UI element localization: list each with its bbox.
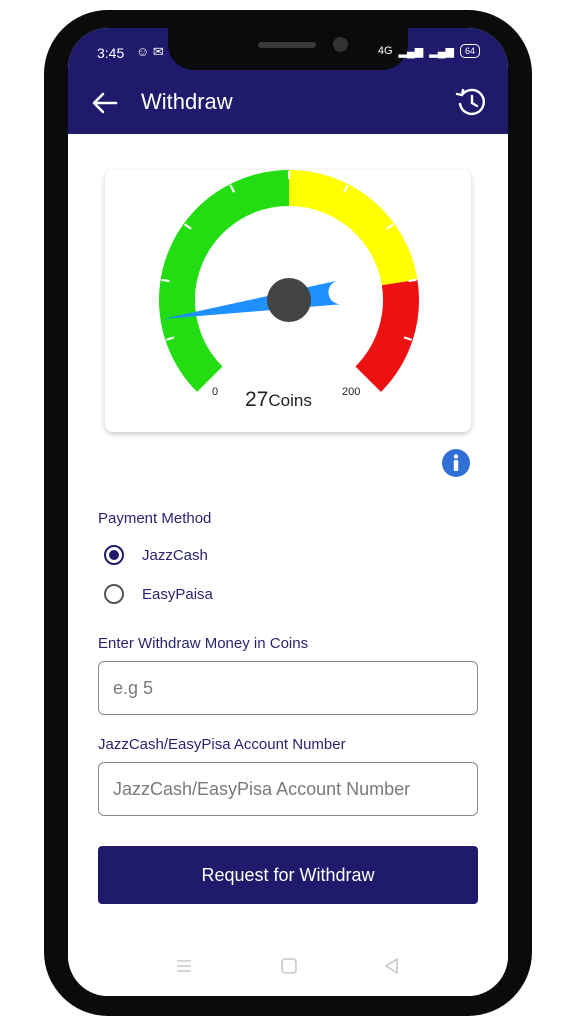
account-number-input[interactable] xyxy=(99,763,477,815)
gauge-green-zone xyxy=(159,170,290,392)
amount-input[interactable] xyxy=(99,662,477,714)
network-label: 4G xyxy=(377,45,393,57)
arrow-left-icon[interactable] xyxy=(90,88,120,118)
coin-gauge-card: 0 200 27Coins xyxy=(105,170,471,432)
radio-button-selected[interactable] xyxy=(104,545,124,565)
speaker-grille xyxy=(258,42,316,48)
amount-field xyxy=(98,661,478,715)
app-bar: Withdraw xyxy=(68,72,508,134)
history-icon[interactable] xyxy=(454,85,488,119)
gauge-red-zone xyxy=(355,279,419,392)
gauge-min-label: 0 xyxy=(212,386,219,398)
payment-method-label: Payment Method xyxy=(98,510,212,527)
back-triangle-icon[interactable] xyxy=(382,956,402,976)
status-time: 3:45 xyxy=(97,45,125,61)
request-withdraw-button[interactable]: Request for Withdraw xyxy=(98,846,478,904)
recent-apps-icon[interactable] xyxy=(174,956,194,976)
radio-button-unselected[interactable] xyxy=(104,584,124,604)
info-icon[interactable] xyxy=(441,448,471,478)
notification-icons: ☺ ✉ xyxy=(136,44,164,59)
gauge-max-label: 200 xyxy=(342,386,361,398)
camera-notch xyxy=(168,28,408,70)
system-nav-bar xyxy=(68,940,508,996)
gauge-value: 27 xyxy=(245,388,269,411)
status-bar: 3:45 ☺ ✉ 4G ▂▄▆ ▂▄▆ 64 xyxy=(68,28,508,72)
radio-label-jazzcash: JazzCash xyxy=(142,546,208,564)
gauge-tick xyxy=(408,278,417,283)
status-right-icons: 4G ▂▄▆ ▂▄▆ 64 xyxy=(378,44,480,58)
gauge-hub xyxy=(267,278,311,322)
radio-easypaisa[interactable]: EasyPaisa xyxy=(104,584,213,604)
front-camera xyxy=(333,37,348,52)
gauge-unit: Coins xyxy=(268,391,312,410)
account-field xyxy=(98,762,478,816)
signal-icon-2: ▂▄▆ xyxy=(429,45,454,58)
amount-label: Enter Withdraw Money in Coins xyxy=(98,635,309,652)
gauge-value-readout: 27Coins xyxy=(245,388,312,412)
signal-icon: ▂▄▆ xyxy=(398,45,424,58)
battery-icon: 64 xyxy=(459,44,480,58)
home-icon[interactable] xyxy=(280,957,298,975)
radio-jazzcash[interactable]: JazzCash xyxy=(104,545,208,565)
page-title: Withdraw xyxy=(141,89,233,114)
account-label: JazzCash/EasyPisa Account Number xyxy=(98,736,346,753)
gauge-yellow-zone xyxy=(288,170,418,286)
gauge-tick xyxy=(161,278,170,283)
radio-label-easypaisa: EasyPaisa xyxy=(142,585,213,603)
app-screen: 3:45 ☺ ✉ 4G ▂▄▆ ▂▄▆ 64 Withdraw 0 200 27… xyxy=(68,28,508,996)
